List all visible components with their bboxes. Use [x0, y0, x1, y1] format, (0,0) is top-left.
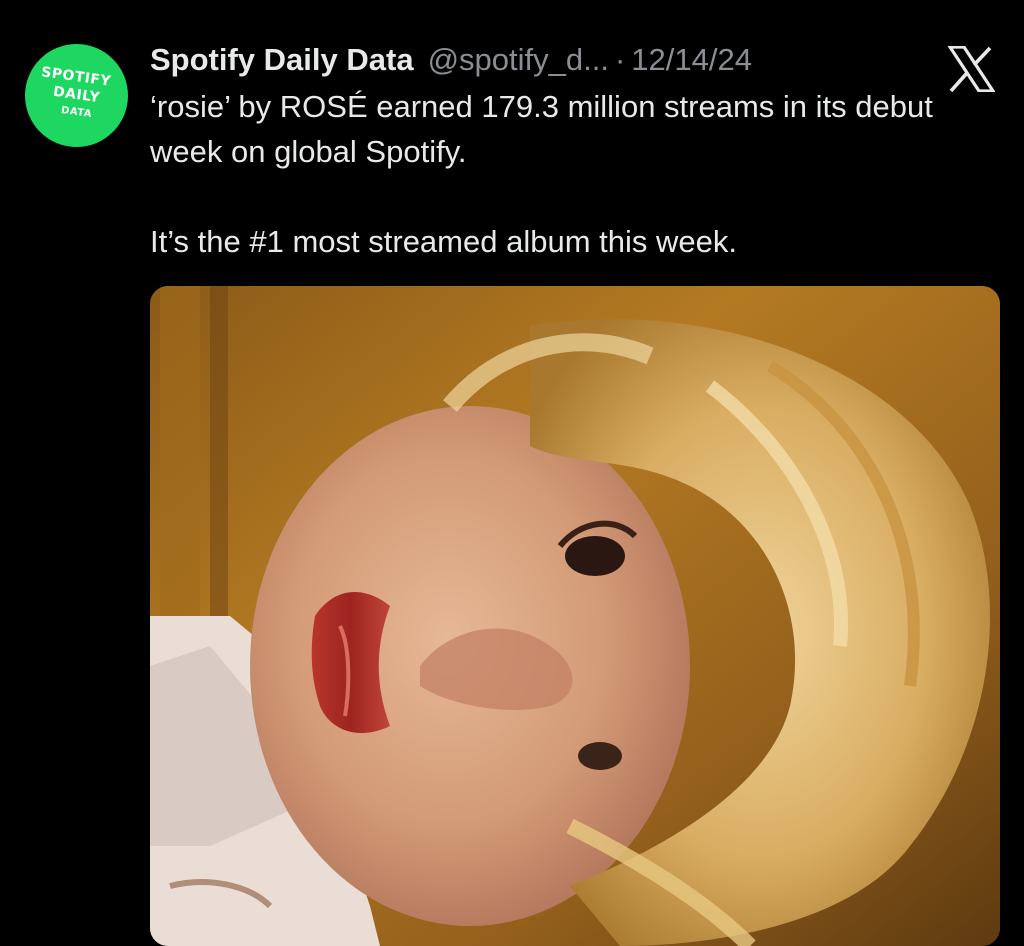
tweet-media-image[interactable]	[150, 286, 1000, 946]
tweet-text-paragraph-2: It’s the #1 most streamed album this wee…	[150, 224, 737, 259]
display-name[interactable]: Spotify Daily Data	[150, 42, 414, 78]
tweet-date[interactable]: 12/14/24	[631, 42, 752, 78]
separator-dot: ·	[614, 42, 626, 77]
tweet-header: Spotify Daily Data @spotify_d... · 12/14…	[150, 40, 752, 80]
portrait-photo	[150, 286, 1000, 946]
avatar[interactable]: SPOTIFY DAILY DATA	[25, 44, 128, 147]
tweet-body: ‘rosie’ by ROSÉ earned 179.3 million str…	[150, 84, 1010, 264]
avatar-text-line3: DATA	[60, 104, 93, 121]
tweet-text-paragraph-1: ‘rosie’ by ROSÉ earned 179.3 million str…	[150, 89, 933, 169]
user-handle[interactable]: @spotify_d...	[428, 42, 609, 78]
